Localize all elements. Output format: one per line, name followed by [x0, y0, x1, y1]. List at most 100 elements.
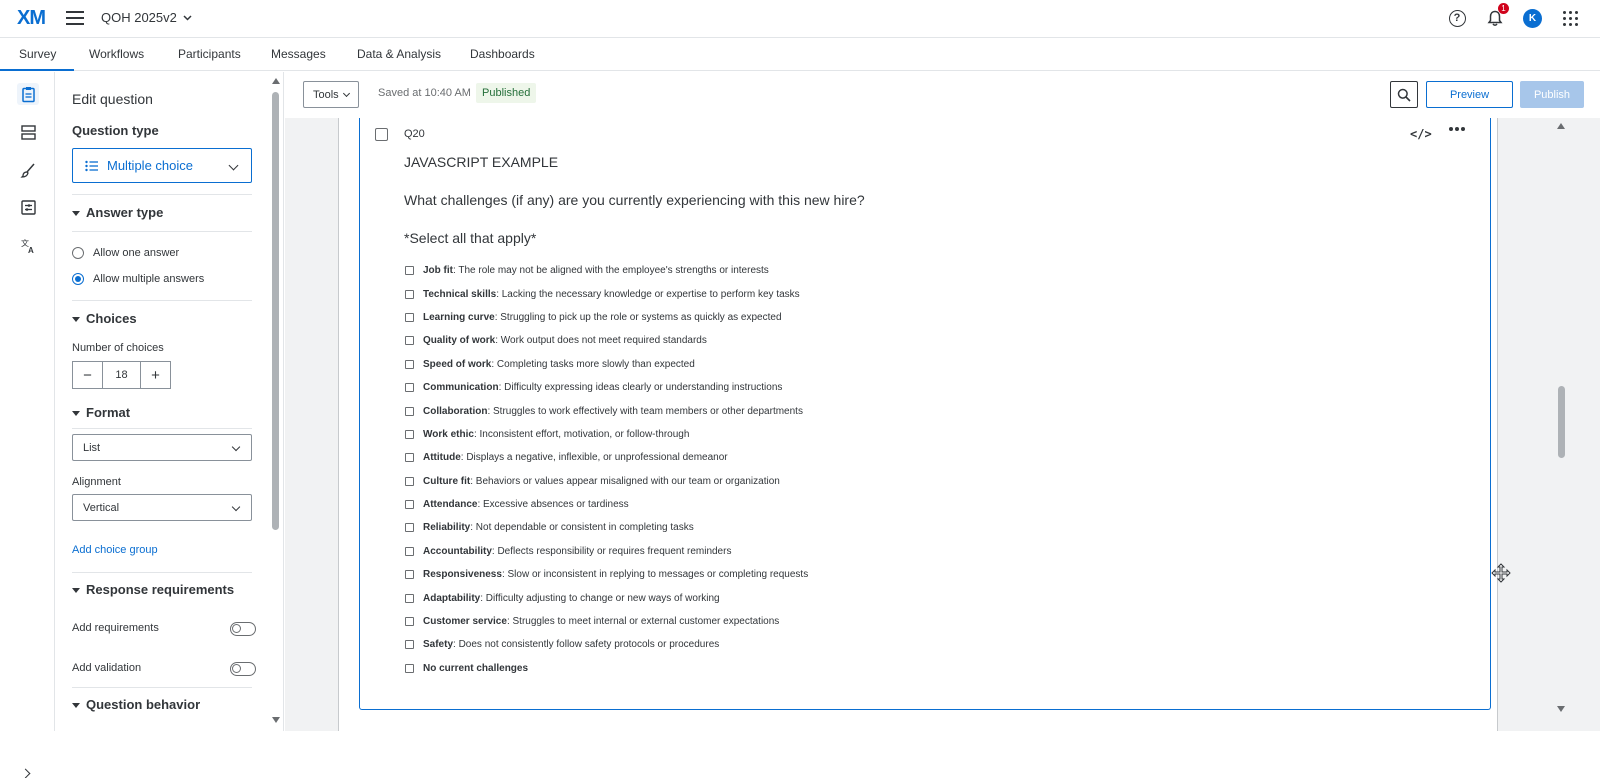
more-options-icon[interactable] [1449, 127, 1465, 131]
choice-label-text: : Excessive absences or tardiness [477, 499, 629, 511]
question-select-checkbox[interactable] [375, 128, 388, 141]
tab-dashboards[interactable]: Dashboards [470, 47, 535, 61]
add-validation-toggle[interactable] [230, 662, 256, 676]
choice-item[interactable]: Quality of work: Work output does not me… [405, 329, 808, 352]
panel-scroll-up-arrow[interactable] [272, 78, 280, 84]
choice-checkbox[interactable] [405, 312, 414, 322]
choice-item[interactable]: Safety: Does not consistently follow saf… [405, 633, 808, 656]
choice-item[interactable]: Reliability: Not dependable or consisten… [405, 516, 808, 539]
decrement-button[interactable]: − [73, 362, 102, 388]
question-behavior-section-toggle[interactable]: Question behavior [72, 697, 200, 712]
choice-item[interactable]: Work ethic: Inconsistent effort, motivat… [405, 423, 808, 446]
panel-scrollbar[interactable] [272, 92, 279, 530]
tab-workflows[interactable]: Workflows [89, 47, 144, 61]
choice-label-text: : Difficulty adjusting to change or new … [480, 592, 720, 604]
panel-scroll-down-arrow[interactable] [272, 717, 280, 723]
choice-item[interactable]: Speed of work: Completing tasks more slo… [405, 353, 808, 376]
choice-checkbox[interactable] [405, 593, 414, 603]
choice-checkbox[interactable] [405, 383, 414, 393]
response-requirements-section-toggle[interactable]: Response requirements [72, 582, 234, 597]
choice-item[interactable]: Responsiveness: Slow or inconsistent in … [405, 563, 808, 586]
project-selector[interactable]: QOH 2025v2 [101, 10, 192, 25]
choice-item[interactable]: Attitude: Displays a negative, inflexibl… [405, 446, 808, 469]
choice-checkbox[interactable] [405, 640, 414, 650]
question-type-dropdown[interactable]: Multiple choice [72, 148, 252, 183]
alignment-select[interactable]: Vertical [72, 494, 252, 521]
chevron-right-icon[interactable] [20, 768, 31, 778]
canvas-scroll-down-arrow[interactable] [1557, 706, 1565, 712]
choice-checkbox[interactable] [405, 266, 414, 276]
choice-checkbox[interactable] [405, 500, 414, 510]
canvas-scrollbar[interactable] [1558, 386, 1565, 458]
choice-item[interactable]: Culture fit: Behaviors or values appear … [405, 470, 808, 493]
choice-label-bold: Job fit [423, 265, 453, 277]
question-subtext[interactable]: *Select all that apply* [404, 230, 536, 246]
choice-checkbox[interactable] [405, 476, 414, 486]
choice-item[interactable]: Job fit: The role may not be aligned wit… [405, 259, 808, 282]
choice-checkbox[interactable] [405, 663, 414, 673]
radio-allow-one-answer[interactable]: Allow one answer [72, 247, 179, 259]
question-type-heading: Question type [72, 123, 159, 138]
tab-data-analysis[interactable]: Data & Analysis [357, 47, 441, 61]
choice-item[interactable]: Learning curve: Struggling to pick up th… [405, 306, 808, 329]
preview-button[interactable]: Preview [1426, 81, 1513, 108]
choice-checkbox[interactable] [405, 336, 414, 346]
radio-button[interactable] [72, 273, 84, 285]
tools-dropdown[interactable]: Tools [303, 81, 359, 108]
notifications-bell-icon[interactable]: 1 [1485, 3, 1509, 28]
tab-messages[interactable]: Messages [271, 47, 326, 61]
choices-section-toggle[interactable]: Choices [72, 311, 137, 326]
look-and-feel-brush-icon[interactable] [17, 159, 39, 181]
javascript-code-icon[interactable]: </> [1410, 127, 1432, 141]
survey-flow-icon[interactable] [17, 121, 39, 143]
add-choice-group-link[interactable]: Add choice group [72, 544, 158, 556]
tab-survey[interactable]: Survey [0, 47, 75, 71]
publish-button[interactable]: Publish [1520, 81, 1584, 108]
question-card[interactable]: Q20 </> JAVASCRIPT EXAMPLE What challeng… [359, 118, 1491, 710]
choice-checkbox[interactable] [405, 289, 414, 299]
menu-icon[interactable] [66, 11, 84, 27]
app-grid-icon[interactable] [1560, 8, 1580, 28]
choice-item[interactable]: Customer service: Struggles to meet inte… [405, 610, 808, 633]
choice-item[interactable]: Adaptability: Difficulty adjusting to ch… [405, 586, 808, 609]
question-text[interactable]: What challenges (if any) are you current… [404, 192, 865, 208]
choice-label-bold: Customer service [423, 616, 507, 628]
chevron-down-icon [342, 89, 350, 97]
choice-item[interactable]: Communication: Difficulty expressing ide… [405, 376, 808, 399]
help-icon[interactable]: ? [1447, 8, 1467, 28]
format-section-toggle[interactable]: Format [72, 405, 130, 420]
choice-checkbox[interactable] [405, 359, 414, 369]
choice-checkbox[interactable] [405, 617, 414, 627]
saved-status: Saved at 10:40 AM [378, 87, 471, 99]
choice-item[interactable]: Accountability: Deflects responsibility … [405, 540, 808, 563]
survey-edit-icon[interactable] [17, 83, 39, 105]
choice-checkbox[interactable] [405, 523, 414, 533]
question-heading[interactable]: JAVASCRIPT EXAMPLE [404, 154, 558, 170]
choice-checkbox[interactable] [405, 429, 414, 439]
avatar[interactable]: K [1523, 8, 1542, 28]
add-requirements-toggle[interactable] [230, 622, 256, 636]
canvas-scroll-up-arrow[interactable] [1557, 123, 1565, 129]
translate-icon[interactable]: 文A [17, 234, 39, 256]
tab-participants[interactable]: Participants [178, 47, 241, 61]
answer-type-section-toggle[interactable]: Answer type [72, 205, 163, 220]
choice-checkbox[interactable] [405, 406, 414, 416]
choice-item[interactable]: No current challenges [405, 657, 808, 680]
status-badge: Published [476, 83, 537, 103]
choice-item[interactable]: Technical skills: Lacking the necessary … [405, 282, 808, 305]
choice-checkbox[interactable] [405, 453, 414, 463]
format-select[interactable]: List [72, 434, 252, 461]
choice-item[interactable]: Attendance: Excessive absences or tardin… [405, 493, 808, 516]
increment-button[interactable]: + [141, 362, 170, 388]
xm-logo[interactable]: XM [17, 7, 46, 30]
choices-count-input[interactable]: 18 [102, 362, 141, 388]
choice-label-bold: No current challenges [423, 662, 529, 674]
choice-checkbox[interactable] [405, 570, 414, 580]
search-button[interactable] [1390, 81, 1418, 108]
choice-checkbox[interactable] [405, 546, 414, 556]
choice-label-bold: Learning curve [423, 311, 495, 323]
radio-button[interactable] [72, 247, 84, 259]
choice-item[interactable]: Collaboration: Struggles to work effecti… [405, 399, 808, 422]
survey-options-icon[interactable] [17, 196, 39, 218]
radio-allow-multiple-answers[interactable]: Allow multiple answers [72, 273, 204, 285]
